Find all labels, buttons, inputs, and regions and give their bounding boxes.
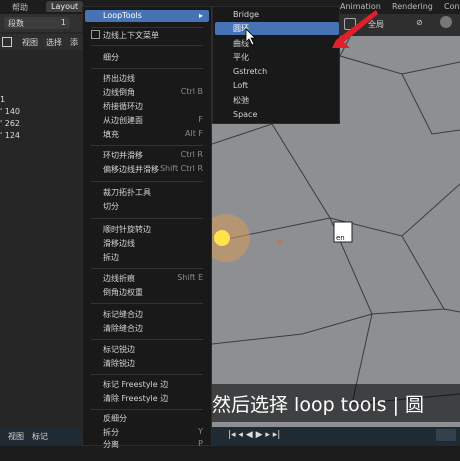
- outliner-toolbar: 视图 选择 添: [0, 34, 82, 50]
- menu-item-offset-edge-slide[interactable]: 偏移边线并滑移: [103, 164, 159, 175]
- submenu-item-flatten[interactable]: 平化: [233, 52, 249, 63]
- segments-value: 1: [60, 18, 66, 27]
- submenu-arrow-icon: ▸: [198, 11, 203, 20]
- subtitle-text: 然后选择 loop tools | 圆: [212, 394, 425, 416]
- timeline-marker-menu[interactable]: 标记: [32, 431, 48, 442]
- menu-separator: [91, 145, 203, 146]
- shortcut: Y: [198, 427, 203, 436]
- menu-item-mark-freestyle[interactable]: 标记 Freestyle 边: [103, 379, 168, 390]
- menu-separator: [91, 268, 203, 269]
- looptools-submenu: Bridge 圆环 曲线 平化 Gstretch Loft 松弛 Space: [212, 6, 340, 124]
- menu-separator: [91, 374, 203, 375]
- shortcut: F: [198, 115, 203, 124]
- menu-item-clear-seam[interactable]: 清除缝合边: [103, 323, 143, 334]
- menu-help[interactable]: 帮助: [12, 2, 28, 13]
- menu-add[interactable]: 添: [70, 37, 78, 48]
- checkbox-icon[interactable]: [91, 30, 100, 39]
- menu-item-fill[interactable]: 填充: [103, 129, 119, 140]
- menu-separator: [91, 68, 203, 69]
- submenu-item-bridge[interactable]: Bridge: [233, 10, 259, 19]
- menu-item-edge-crease[interactable]: 边线折痕: [103, 273, 135, 284]
- shortcut: Shift E: [177, 273, 203, 282]
- menu-separator: [91, 27, 203, 28]
- menu-separator: [91, 218, 203, 219]
- submenu-item-relax[interactable]: 松弛: [233, 95, 249, 106]
- menu-item-bisect[interactable]: 切分: [103, 201, 119, 212]
- submenu-item-circle[interactable]: 圆环: [215, 22, 339, 35]
- frame-field[interactable]: [436, 429, 456, 441]
- looptools-label: LoopTools: [103, 11, 142, 20]
- playback-controls-icon[interactable]: |◂ ◂ ◀ ▶ ▸ ▸|: [228, 430, 280, 440]
- segments-label: 段数: [8, 19, 24, 28]
- menu-item-face-from-edges[interactable]: 从边创建面: [103, 115, 143, 126]
- left-panel: [0, 14, 82, 446]
- menu-item-looptools[interactable]: LoopTools ▸: [85, 10, 209, 22]
- submenu-item-loft[interactable]: Loft: [233, 81, 248, 90]
- menu-item-rotate-edge[interactable]: 顺时针旋转边: [103, 224, 151, 235]
- menu-item-split-edges[interactable]: 拆边: [103, 252, 119, 263]
- segments-field[interactable]: 段数 1: [4, 17, 70, 29]
- select-box-icon[interactable]: [2, 37, 12, 47]
- shortcut: P: [198, 439, 203, 448]
- menu-select[interactable]: 选择: [46, 37, 62, 48]
- stat-value: ' 140: [0, 107, 21, 116]
- mouse-cursor-icon: [245, 28, 256, 46]
- status-bar: [0, 446, 460, 461]
- tab-layout[interactable]: Layout: [46, 1, 84, 12]
- menu-item-mark-seam[interactable]: 标记缝合边: [103, 309, 143, 320]
- menu-item-loop-cut-slide[interactable]: 环切并滑移: [103, 150, 143, 161]
- menu-item-knife-topology[interactable]: 裁刀拓扑工具: [103, 187, 151, 198]
- edge-context-menu: LoopTools ▸ 边线上下文菜单 细分 挤出边线 边线倒角 Ctrl B …: [82, 6, 212, 449]
- snap-icon[interactable]: ⊘: [416, 18, 423, 27]
- menu-item-mark-sharp[interactable]: 标记锐边: [103, 344, 135, 355]
- proportional-edit-icon[interactable]: [440, 16, 452, 28]
- selected-vertex: [214, 230, 230, 246]
- shortcut: Ctrl R: [180, 150, 203, 159]
- menu-separator: [91, 181, 203, 182]
- tab-rendering[interactable]: Rendering: [392, 2, 433, 11]
- menu-item-bevel-edges[interactable]: 边线倒角: [103, 87, 135, 98]
- menu-separator: [91, 303, 203, 304]
- menu-item-subdivide[interactable]: 细分: [103, 52, 119, 63]
- video-subtitle: 然后选择 loop tools | 圆: [206, 384, 460, 422]
- tab-compositing[interactable]: Con: [444, 2, 460, 11]
- menu-item-un-subdivide[interactable]: 反细分: [103, 413, 127, 424]
- menu-item-bridge-loops[interactable]: 桥接循环边: [103, 101, 143, 112]
- menu-item-bevel-weight[interactable]: 倒角边权重: [103, 287, 143, 298]
- stat-value: 1: [0, 95, 6, 104]
- timeline-bar: 视图 标记 |◂ ◂ ◀ ▶ ▸ ▸|: [0, 427, 460, 447]
- shortcut: Ctrl B: [180, 87, 203, 96]
- menu-item-clear-freestyle[interactable]: 清除 Freestyle 边: [103, 393, 168, 404]
- menu-item-separate[interactable]: 分离: [103, 439, 119, 450]
- menu-item-clear-sharp[interactable]: 清除锐边: [103, 358, 135, 369]
- svg-text:en: en: [336, 234, 345, 242]
- menu-item-edge-slide[interactable]: 滑移边线: [103, 238, 135, 249]
- menu-separator: [91, 339, 203, 340]
- timeline-view-menu[interactable]: 视图: [8, 431, 24, 442]
- stat-value: ' 124: [0, 131, 21, 140]
- submenu-item-gstretch[interactable]: Gstretch: [233, 67, 267, 76]
- menu-separator: [91, 409, 203, 410]
- stat-value: ' 262: [0, 119, 21, 128]
- submenu-item-space[interactable]: Space: [233, 110, 257, 119]
- shortcut: Alt F: [185, 129, 203, 138]
- shortcut: Shift Ctrl R: [159, 164, 203, 173]
- menu-view[interactable]: 视图: [22, 37, 38, 48]
- menu-item-split[interactable]: 拆分: [103, 427, 119, 438]
- menu-item-extrude-edges[interactable]: 挤出边线: [103, 73, 135, 84]
- red-arrow-icon: [332, 10, 378, 48]
- operator-panel-header: 段数 1: [0, 14, 82, 32]
- menu-separator: [91, 45, 203, 46]
- menu-item-edge-context[interactable]: 边线上下文菜单: [103, 30, 159, 41]
